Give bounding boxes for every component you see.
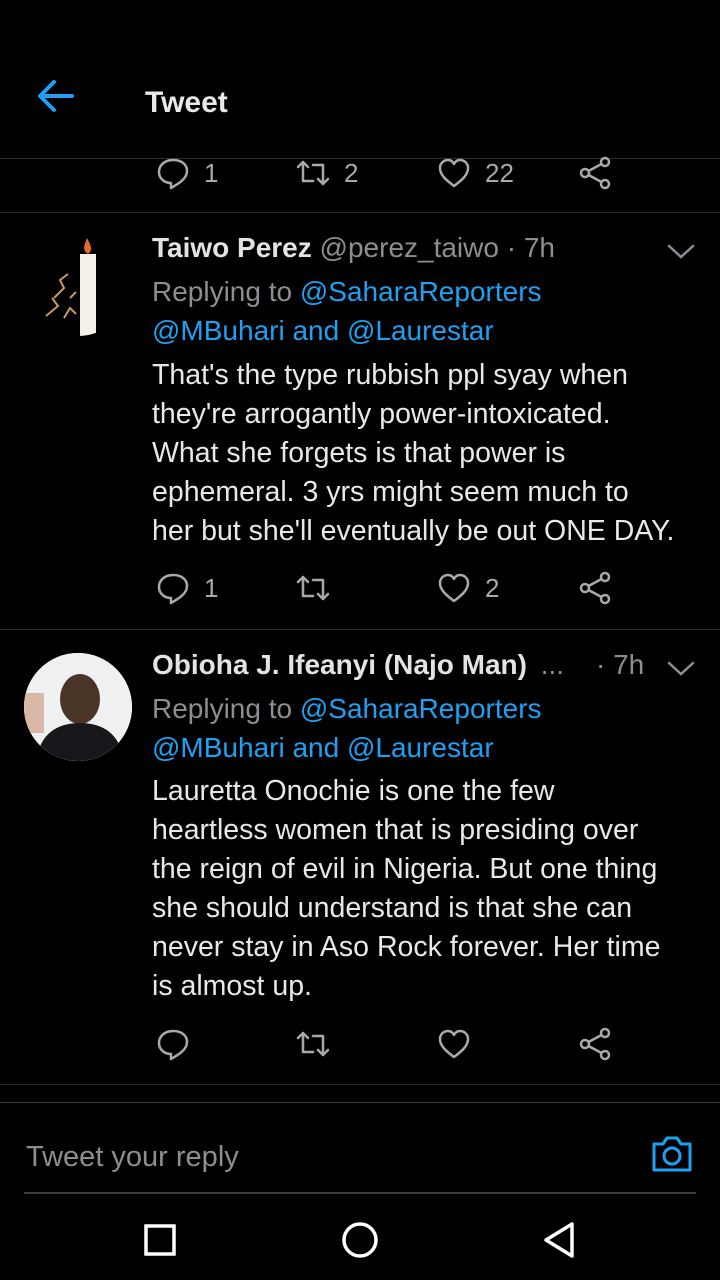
retweet-icon [296, 1031, 330, 1057]
tweet-text-line: is almost up. [152, 970, 312, 1002]
tweet-text-line: her but she'll eventually be out ONE DAY… [152, 515, 675, 547]
share-button[interactable] [578, 1024, 612, 1064]
mention-link[interactable]: @SaharaReporters [300, 276, 542, 307]
mention-link[interactable]: @MBuhari [152, 315, 285, 346]
tweet-divider [0, 212, 720, 213]
arrow-left-icon[interactable] [36, 78, 76, 114]
reply-composer [0, 1104, 720, 1204]
author-name[interactable]: Taiwo Perez [152, 232, 312, 263]
reply-icon [157, 1029, 189, 1061]
avatar[interactable] [24, 228, 132, 336]
retweet-button[interactable] [296, 1024, 344, 1064]
tweet-header: Taiwo Perez @perez_taiwo · 7h [152, 232, 555, 264]
reply-count: 1 [204, 157, 219, 188]
share-icon [579, 156, 611, 190]
tweet-divider [0, 1084, 720, 1085]
recent-apps-icon[interactable] [138, 1218, 182, 1262]
tweet-text-line: the reign of evil in Nigeria. But one th… [152, 853, 658, 885]
like-button[interactable] [437, 1024, 485, 1064]
like-button[interactable]: 2 [437, 568, 499, 608]
top-app-bar: Tweet [0, 0, 720, 158]
tweet-text-line: That's the type rubbish ppl syay when [152, 359, 628, 391]
avatar[interactable] [24, 653, 132, 761]
top-tweet-actions: 1 2 22 [0, 153, 720, 193]
retweet-button[interactable] [296, 568, 344, 608]
replying-to: Replying to @SaharaReporters @MBuhari an… [152, 272, 542, 350]
mention-link[interactable]: @Laurestar [347, 732, 494, 763]
replying-prefix: Replying to [152, 276, 293, 307]
system-navigation-bar [0, 1204, 720, 1280]
back-triangle-icon[interactable] [538, 1218, 582, 1262]
retweet-button[interactable]: 2 [296, 153, 358, 193]
mention-link[interactable]: @Laurestar [347, 315, 494, 346]
author-handle[interactable]: @perez_taiwo [320, 232, 499, 263]
tweet-text-line: ephemeral. 3 yrs might seem much to [152, 476, 629, 508]
camera-icon[interactable] [650, 1134, 694, 1174]
tweet-text-line: Lauretta Onochie is one the few [152, 775, 555, 807]
input-underline [24, 1192, 696, 1194]
tweet-text: Lauretta Onochie is one the few heartles… [152, 772, 702, 1006]
reply-icon [157, 158, 189, 190]
share-button[interactable] [578, 153, 612, 193]
author-name[interactable]: Obioha J. Ifeanyi (Najo Man) [152, 649, 527, 680]
tweet-time: · 7h [506, 232, 555, 263]
reply-button[interactable]: 1 [156, 153, 218, 193]
mention-link[interactable]: @MBuhari [152, 732, 285, 763]
tweet-text-line: they're arrogantly power-intoxicated. [152, 398, 611, 430]
compose-divider [0, 1102, 720, 1103]
share-button[interactable] [578, 568, 612, 608]
heart-icon [438, 1029, 470, 1059]
name-ellipsis: ... [540, 649, 565, 680]
retweet-count: 2 [344, 157, 359, 188]
tweet-divider [0, 629, 720, 630]
replying-prefix: Replying to [152, 693, 293, 724]
like-count: 22 [485, 157, 514, 188]
tweet-actions [0, 1024, 720, 1064]
page-title: Tweet [145, 86, 228, 119]
tweet-header: Obioha J. Ifeanyi (Najo Man) ... [152, 649, 564, 681]
reply-icon [157, 573, 189, 605]
tweet-text: That's the type rubbish ppl syay when th… [152, 356, 702, 551]
replying-to: Replying to @SaharaReporters @MBuhari an… [152, 689, 542, 767]
mention-and: and [292, 315, 340, 346]
tweet-text-line: What she forgets is that power is [152, 437, 566, 469]
reply-count: 1 [204, 572, 219, 603]
reply-button[interactable] [156, 1024, 204, 1064]
retweet-icon [296, 160, 330, 186]
tweet-time: · 7h [596, 649, 645, 680]
tweet-text-line: heartless women that is presiding over [152, 814, 639, 846]
heart-icon [438, 158, 470, 188]
home-icon[interactable] [338, 1218, 382, 1262]
tweet-actions: 1 2 [0, 568, 720, 608]
chevron-down-icon[interactable] [666, 242, 696, 262]
tweet-text-line: never stay in Aso Rock forever. Her time [152, 931, 661, 963]
tweet-text-line: she should understand is that she can [152, 892, 633, 924]
share-icon [579, 1027, 611, 1061]
share-icon [579, 571, 611, 605]
like-button[interactable]: 22 [437, 153, 514, 193]
heart-icon [438, 573, 470, 603]
mention-and: and [292, 732, 340, 763]
chevron-down-icon[interactable] [666, 659, 696, 679]
like-count: 2 [485, 572, 500, 603]
retweet-icon [296, 575, 330, 601]
reply-input[interactable] [24, 1134, 618, 1180]
reply-button[interactable]: 1 [156, 568, 218, 608]
mention-link[interactable]: @SaharaReporters [300, 693, 542, 724]
